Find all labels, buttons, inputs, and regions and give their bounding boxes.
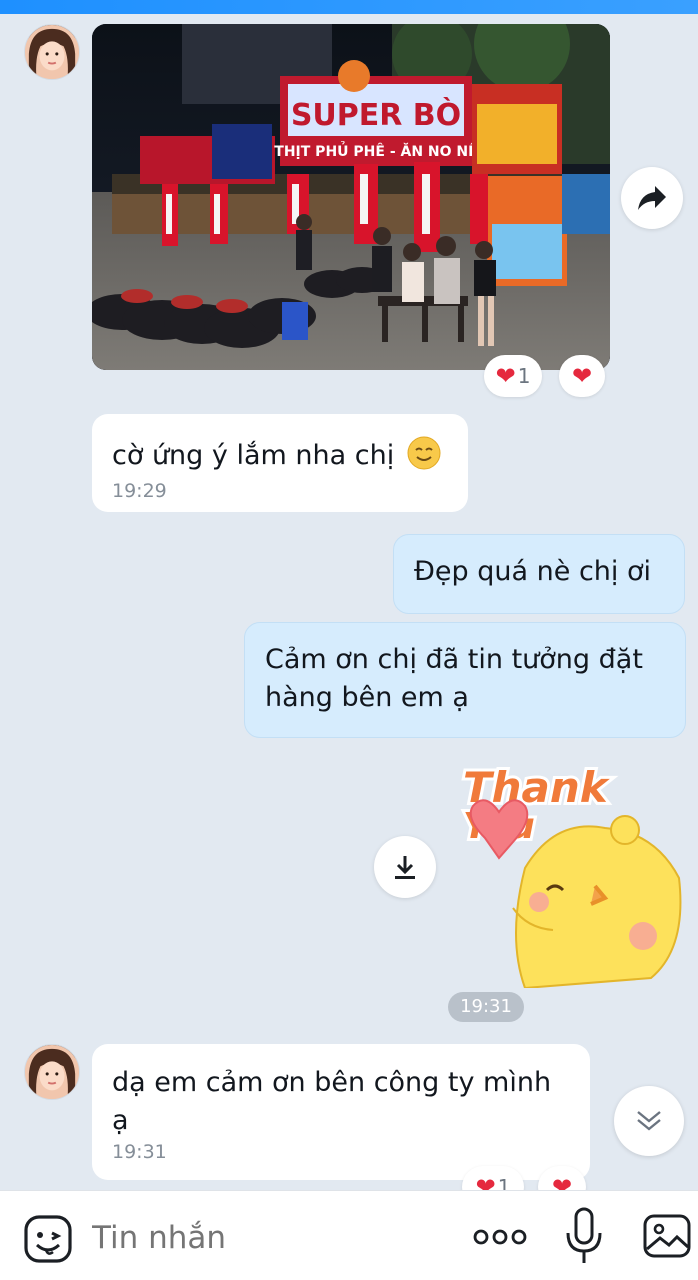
message-text-line-2: hàng bên em ạ — [265, 682, 469, 713]
smiling-emoji-icon — [407, 436, 441, 470]
message-text-line-2: ạ — [112, 1105, 129, 1136]
status-accent-bar — [0, 0, 698, 14]
mic-icon — [566, 1207, 602, 1263]
outgoing-message[interactable]: Đẹp quá nè chị ơi — [393, 534, 685, 614]
sticker-button[interactable] — [22, 1213, 74, 1265]
message-time: 19:29 — [112, 480, 167, 502]
outgoing-message[interactable]: Cảm ơn chị đã tin tưởng đặt hàng bên em … — [244, 622, 686, 738]
message-text-line-1: dạ em cảm ơn bên công ty mình — [112, 1067, 552, 1098]
heart-icon: ❤ — [571, 362, 593, 390]
time-divider: 19:31 — [448, 992, 524, 1022]
photo-reaction-count: 1 — [517, 364, 531, 388]
photo-reaction-summary[interactable]: ❤ 1 — [484, 355, 542, 397]
message-input[interactable] — [92, 1215, 432, 1261]
shop-sign-subtitle: THỊT PHỦ PHÊ - ĂN NO NÊ — [274, 141, 477, 160]
scroll-to-bottom-button[interactable] — [614, 1086, 684, 1156]
message-text-line-1: Cảm ơn chị đã tin tưởng đặt — [265, 644, 643, 675]
download-sticker-button[interactable] — [374, 836, 436, 898]
chevron-down-icon — [637, 1111, 661, 1131]
sender-avatar[interactable] — [24, 24, 80, 80]
incoming-message[interactable]: cờ ứng ý lắm nha chị 19:29 — [92, 414, 468, 512]
incoming-message[interactable]: dạ em cảm ơn bên công ty mình ạ 19:31 — [92, 1044, 590, 1180]
react-heart-button[interactable]: ❤ — [559, 355, 605, 397]
thank-you-sticker[interactable]: Thank You — [455, 758, 687, 990]
message-text: cờ ứng ý lắm nha chị — [112, 440, 395, 471]
heart-icon: ❤ — [495, 362, 516, 390]
voice-message-button[interactable] — [564, 1205, 604, 1267]
download-icon — [395, 856, 415, 879]
forward-icon — [638, 186, 666, 210]
shop-photo[interactable]: SUPER BÒ THỊT PHỦ PHÊ - ĂN NO NÊ — [92, 24, 610, 370]
message-text: Đẹp quá nè chị ơi — [414, 556, 652, 587]
sticker-icon — [24, 1215, 72, 1263]
sender-avatar[interactable] — [24, 1044, 80, 1100]
message-time: 19:31 — [112, 1141, 167, 1163]
more-options-button[interactable] — [472, 1221, 528, 1253]
shop-sign-title: SUPER BÒ — [291, 96, 461, 133]
forward-button[interactable] — [621, 167, 683, 229]
more-icon — [473, 1229, 527, 1245]
message-composer — [0, 1190, 698, 1280]
image-icon — [643, 1214, 691, 1258]
send-image-button[interactable] — [642, 1211, 692, 1261]
chat-screen: SUPER BÒ THỊT PHỦ PHÊ - ĂN NO NÊ ❤ 1 ❤ c… — [0, 0, 698, 1280]
